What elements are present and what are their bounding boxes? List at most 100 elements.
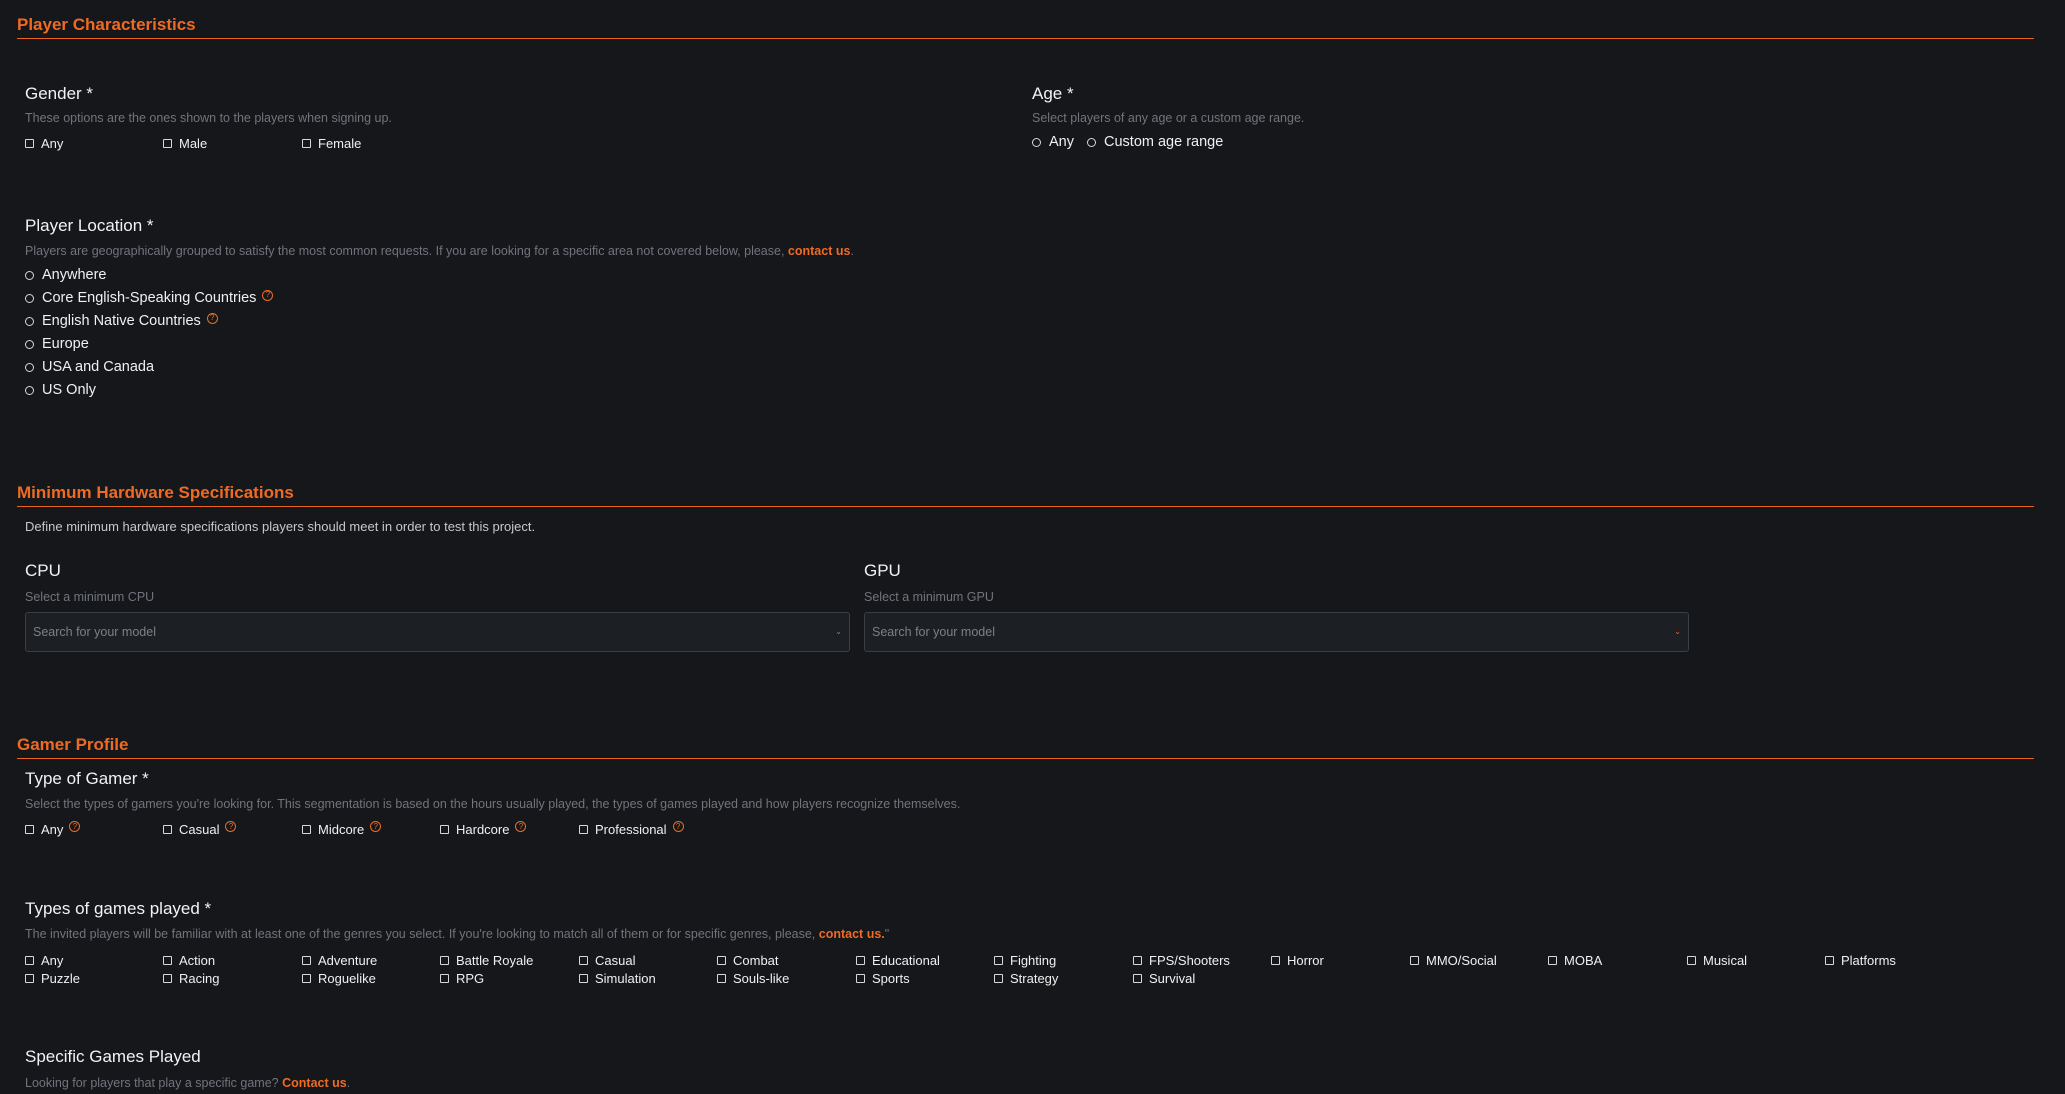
checkbox-icon[interactable] xyxy=(25,825,34,834)
location-option-english-native[interactable]: English Native Countries? xyxy=(25,312,218,329)
option-label: US Only xyxy=(42,382,96,398)
cpu-select[interactable]: ⌄ xyxy=(25,612,850,652)
genre-survival[interactable]: Survival xyxy=(1133,971,1195,986)
radio-icon[interactable] xyxy=(25,339,34,349)
checkbox-icon[interactable] xyxy=(440,956,449,965)
checkbox-icon[interactable] xyxy=(717,956,726,965)
contact-us-link[interactable]: Contact us xyxy=(282,1076,347,1090)
location-option-us-only[interactable]: US Only xyxy=(25,382,96,398)
checkbox-icon[interactable] xyxy=(856,956,865,965)
genre-any[interactable]: Any xyxy=(25,953,63,968)
radio-icon[interactable] xyxy=(1032,137,1041,147)
genre-sports[interactable]: Sports xyxy=(856,971,910,986)
location-help: Players are geographically grouped to sa… xyxy=(25,244,854,258)
checkbox-icon[interactable] xyxy=(1687,956,1696,965)
checkbox-icon[interactable] xyxy=(579,974,588,983)
chevron-down-icon[interactable]: ⌄ xyxy=(1674,628,1681,636)
genre-musical[interactable]: Musical xyxy=(1687,953,1747,968)
question-circle-icon[interactable]: ? xyxy=(262,289,274,301)
genre-fps-shooters[interactable]: FPS/Shooters xyxy=(1133,953,1230,968)
checkbox-icon[interactable] xyxy=(1133,956,1142,965)
genre-mmo-social[interactable]: MMO/Social xyxy=(1410,953,1497,968)
age-option-any[interactable]: Any xyxy=(1032,134,1074,150)
checkbox-icon[interactable] xyxy=(302,974,311,983)
gamer-type-midcore[interactable]: Midcore? xyxy=(302,821,382,837)
checkbox-icon[interactable] xyxy=(163,825,172,834)
checkbox-icon[interactable] xyxy=(440,974,449,983)
checkbox-icon[interactable] xyxy=(994,974,1003,983)
checkbox-icon[interactable] xyxy=(1548,956,1557,965)
checkbox-icon[interactable] xyxy=(994,956,1003,965)
option-label: Any xyxy=(41,822,64,837)
gamer-type-professional[interactable]: Professional? xyxy=(579,821,684,837)
genre-horror[interactable]: Horror xyxy=(1271,953,1324,968)
genre-action[interactable]: Action xyxy=(163,953,215,968)
checkbox-icon[interactable] xyxy=(717,974,726,983)
checkbox-icon[interactable] xyxy=(1133,974,1142,983)
radio-icon[interactable] xyxy=(25,362,34,372)
checkbox-icon[interactable] xyxy=(25,139,34,148)
gamer-type-any[interactable]: Any? xyxy=(25,821,81,837)
question-circle-icon[interactable]: ? xyxy=(225,821,237,832)
checkbox-icon[interactable] xyxy=(1825,956,1834,965)
checkbox-icon[interactable] xyxy=(1271,956,1280,965)
radio-icon[interactable] xyxy=(25,316,34,326)
genre-battle-royale[interactable]: Battle Royale xyxy=(440,953,533,968)
genre-puzzle[interactable]: Puzzle xyxy=(25,971,80,986)
genre-casual[interactable]: Casual xyxy=(579,953,635,968)
question-circle-icon[interactable]: ? xyxy=(206,312,218,324)
genre-moba[interactable]: MOBA xyxy=(1548,953,1602,968)
checkbox-icon[interactable] xyxy=(163,956,172,965)
question-circle-icon[interactable]: ? xyxy=(515,821,527,832)
checkbox-icon[interactable] xyxy=(163,974,172,983)
question-circle-icon[interactable]: ? xyxy=(69,821,81,832)
checkbox-icon[interactable] xyxy=(579,956,588,965)
genre-rpg[interactable]: RPG xyxy=(440,971,484,986)
contact-us-link[interactable]: contact us. xyxy=(819,927,885,941)
checkbox-icon[interactable] xyxy=(25,974,34,983)
location-option-europe[interactable]: Europe xyxy=(25,336,89,352)
contact-us-link[interactable]: contact us xyxy=(788,244,851,258)
gpu-search-input[interactable] xyxy=(872,625,1675,639)
genre-strategy[interactable]: Strategy xyxy=(994,971,1058,986)
gender-option-any[interactable]: Any xyxy=(25,136,63,151)
location-option-usa-canada[interactable]: USA and Canada xyxy=(25,359,154,375)
genre-fighting[interactable]: Fighting xyxy=(994,953,1056,968)
checkbox-icon[interactable] xyxy=(856,974,865,983)
genre-educational[interactable]: Educational xyxy=(856,953,940,968)
cpu-search-input[interactable] xyxy=(33,625,836,639)
age-option-custom-range[interactable]: Custom age range xyxy=(1087,134,1223,150)
question-circle-icon[interactable]: ? xyxy=(672,821,684,832)
checkbox-icon[interactable] xyxy=(302,825,311,834)
gamer-type-hardcore[interactable]: Hardcore? xyxy=(440,821,527,837)
genre-roguelike[interactable]: Roguelike xyxy=(302,971,376,986)
gender-option-male[interactable]: Male xyxy=(163,136,207,151)
radio-icon[interactable] xyxy=(25,293,34,303)
radio-icon[interactable] xyxy=(25,385,34,395)
games-played-help-suffix: " xyxy=(884,927,890,941)
location-option-core-english[interactable]: Core English-Speaking Countries? xyxy=(25,289,274,306)
checkbox-icon[interactable] xyxy=(25,956,34,965)
genre-platforms[interactable]: Platforms xyxy=(1825,953,1896,968)
checkbox-icon[interactable] xyxy=(1410,956,1419,965)
location-help-suffix: . xyxy=(850,244,854,258)
genre-simulation[interactable]: Simulation xyxy=(579,971,656,986)
checkbox-icon[interactable] xyxy=(302,139,311,148)
checkbox-icon[interactable] xyxy=(163,139,172,148)
genre-adventure[interactable]: Adventure xyxy=(302,953,377,968)
checkbox-icon[interactable] xyxy=(440,825,449,834)
genre-souls-like[interactable]: Souls-like xyxy=(717,971,789,986)
gamer-type-casual[interactable]: Casual? xyxy=(163,821,237,837)
option-label: Souls-like xyxy=(733,971,790,986)
question-circle-icon[interactable]: ? xyxy=(370,821,382,832)
genre-combat[interactable]: Combat xyxy=(717,953,779,968)
checkbox-icon[interactable] xyxy=(302,956,311,965)
location-option-anywhere[interactable]: Anywhere xyxy=(25,267,106,283)
gpu-select[interactable]: ⌄ xyxy=(864,612,1689,652)
gender-option-female[interactable]: Female xyxy=(302,136,361,151)
checkbox-icon[interactable] xyxy=(579,825,588,834)
genre-racing[interactable]: Racing xyxy=(163,971,219,986)
radio-icon[interactable] xyxy=(25,270,34,280)
radio-icon[interactable] xyxy=(1087,137,1096,147)
chevron-down-icon[interactable]: ⌄ xyxy=(835,628,842,636)
